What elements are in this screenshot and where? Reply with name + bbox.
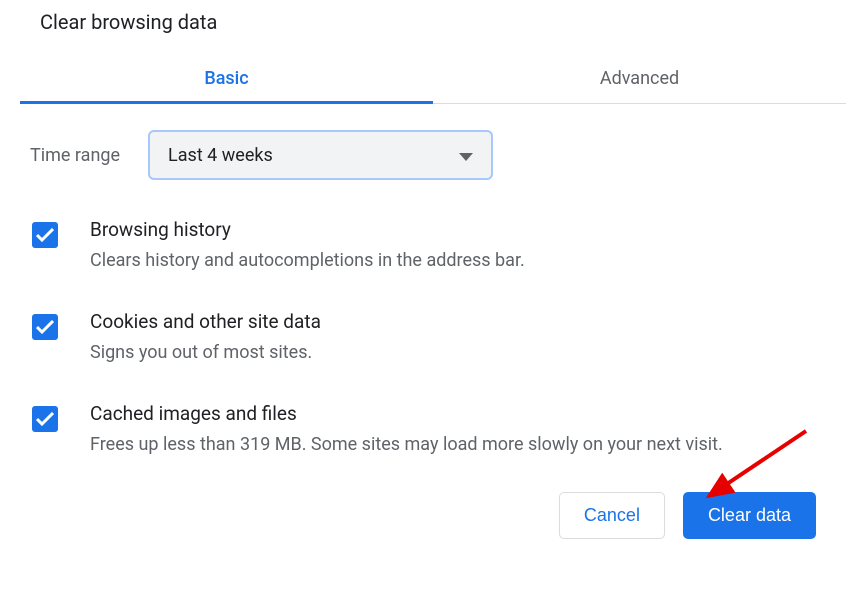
- option-cookies: Cookies and other site data Signs you ou…: [22, 292, 844, 384]
- dialog-buttons: Cancel Clear data: [20, 486, 846, 539]
- time-range-label: Time range: [30, 145, 120, 166]
- option-title: Cached images and files: [90, 402, 834, 425]
- tab-basic[interactable]: Basic: [20, 54, 433, 103]
- option-title: Cookies and other site data: [90, 310, 834, 333]
- clear-data-button[interactable]: Clear data: [683, 492, 816, 539]
- options-list: Browsing history Clears history and auto…: [20, 190, 846, 486]
- option-desc: Signs you out of most sites.: [90, 339, 834, 366]
- time-range-value: Last 4 weeks: [168, 145, 273, 166]
- option-browsing-history: Browsing history Clears history and auto…: [22, 200, 844, 292]
- cancel-button[interactable]: Cancel: [559, 492, 665, 539]
- dialog-title: Clear browsing data: [20, 0, 846, 34]
- checkbox-cache[interactable]: [32, 406, 58, 432]
- tabs: Basic Advanced: [20, 54, 846, 104]
- checkbox-browsing-history[interactable]: [32, 222, 58, 248]
- check-icon: [36, 228, 54, 242]
- time-range-select[interactable]: Last 4 weeks: [148, 130, 493, 180]
- option-desc: Clears history and autocompletions in th…: [90, 247, 834, 274]
- check-icon: [36, 412, 54, 426]
- check-icon: [36, 320, 54, 334]
- option-title: Browsing history: [90, 218, 834, 241]
- tab-advanced[interactable]: Advanced: [433, 54, 846, 103]
- checkbox-cookies[interactable]: [32, 314, 58, 340]
- option-cache: Cached images and files Frees up less th…: [22, 384, 844, 476]
- chevron-down-icon: [459, 145, 473, 166]
- option-desc: Frees up less than 319 MB. Some sites ma…: [90, 431, 834, 458]
